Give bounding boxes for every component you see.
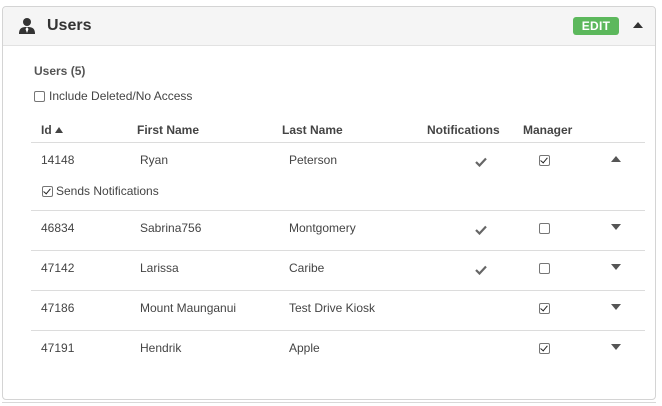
- row-collapse-caret-icon[interactable]: [611, 156, 621, 162]
- column-header-notifications[interactable]: Notifications: [427, 123, 500, 137]
- column-header-id[interactable]: Id: [41, 123, 63, 137]
- cell-id: 14148: [41, 153, 75, 167]
- notification-check-icon: [475, 262, 487, 276]
- row-divider: [31, 330, 645, 331]
- manager-checkbox[interactable]: [539, 303, 550, 314]
- cell-last-name: Apple: [289, 341, 320, 355]
- notification-check-icon: [475, 222, 487, 236]
- row-divider: [31, 210, 645, 211]
- column-header-last-name[interactable]: Last Name: [282, 123, 343, 137]
- cell-id: 46834: [41, 221, 75, 235]
- cell-last-name: Montgomery: [289, 221, 356, 235]
- row-divider: [31, 290, 645, 291]
- row-expand-caret-icon[interactable]: [611, 224, 621, 230]
- cell-last-name: Test Drive Kiosk: [289, 301, 376, 315]
- cell-first-name: Ryan: [140, 153, 169, 167]
- panel-title: Users: [47, 17, 92, 34]
- collapse-panel-icon[interactable]: [633, 22, 643, 28]
- panel-header: Users EDIT: [3, 7, 655, 46]
- cell-last-name: Caribe: [289, 261, 325, 275]
- users-panel: Users EDIT Users (5) Include Deleted/No …: [2, 6, 656, 400]
- user-icon: [19, 18, 35, 34]
- include-deleted-checkbox[interactable]: [34, 91, 45, 102]
- cell-id: 47191: [41, 341, 75, 355]
- users-count-label: Users (5): [34, 64, 86, 78]
- manager-checkbox[interactable]: [539, 343, 550, 354]
- row-divider: [31, 142, 645, 143]
- sends-notifications-label: Sends Notifications: [56, 184, 159, 198]
- include-deleted-label: Include Deleted/No Access: [49, 89, 193, 103]
- row-divider: [31, 250, 645, 251]
- row-expand-caret-icon[interactable]: [611, 304, 621, 310]
- panel-footer-divider: [2, 402, 656, 403]
- cell-id: 47186: [41, 301, 75, 315]
- cell-first-name: Larissa: [140, 261, 179, 275]
- cell-first-name: Sabrina756: [140, 221, 202, 235]
- sends-notifications-checkbox[interactable]: [42, 186, 53, 197]
- manager-checkbox[interactable]: [539, 223, 550, 234]
- cell-first-name: Hendrik: [140, 341, 182, 355]
- row-expand-caret-icon[interactable]: [611, 344, 621, 350]
- column-header-first-name[interactable]: First Name: [137, 123, 199, 137]
- notification-check-icon: [475, 154, 487, 168]
- cell-last-name: Peterson: [289, 153, 338, 167]
- sort-ascending-icon: [54, 127, 63, 133]
- cell-first-name: Mount Maunganui: [140, 301, 237, 315]
- column-header-manager[interactable]: Manager: [523, 123, 572, 137]
- manager-checkbox[interactable]: [539, 263, 550, 274]
- manager-checkbox[interactable]: [539, 155, 550, 166]
- cell-id: 47142: [41, 261, 75, 275]
- row-expand-caret-icon[interactable]: [611, 264, 621, 270]
- edit-button[interactable]: EDIT: [573, 17, 619, 35]
